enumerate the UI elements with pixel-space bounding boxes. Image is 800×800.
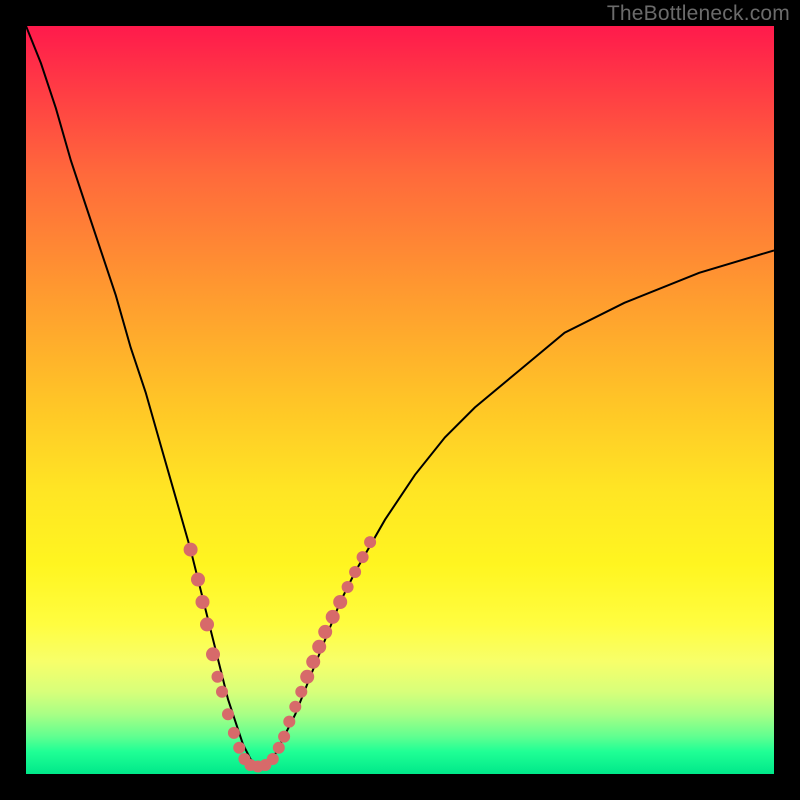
curve-svg: [26, 26, 774, 774]
highlight-dot: [212, 671, 224, 683]
highlight-dot: [295, 686, 307, 698]
highlight-dot: [196, 595, 210, 609]
highlight-dot: [312, 640, 326, 654]
highlight-dot: [267, 753, 279, 765]
highlight-dot: [184, 543, 198, 557]
highlight-dot: [228, 727, 240, 739]
watermark-text: TheBottleneck.com: [607, 2, 790, 26]
highlight-dot: [342, 581, 354, 593]
highlight-dot: [200, 617, 214, 631]
chart-frame: TheBottleneck.com: [0, 0, 800, 800]
plot-area: [26, 26, 774, 774]
highlight-dot: [300, 670, 314, 684]
highlight-dots: [184, 536, 377, 772]
highlight-dot: [306, 655, 320, 669]
highlight-dot: [233, 742, 245, 754]
highlight-dot: [216, 686, 228, 698]
highlight-dot: [357, 551, 369, 563]
highlight-dot: [349, 566, 361, 578]
highlight-dot: [273, 742, 285, 754]
highlight-dot: [289, 701, 301, 713]
bottleneck-curve: [26, 26, 774, 767]
highlight-dot: [222, 708, 234, 720]
highlight-dot: [206, 647, 220, 661]
highlight-dot: [364, 536, 376, 548]
highlight-dot: [278, 731, 290, 743]
highlight-dot: [333, 595, 347, 609]
highlight-dot: [326, 610, 340, 624]
highlight-dot: [191, 573, 205, 587]
highlight-dot: [318, 625, 332, 639]
highlight-dot: [283, 716, 295, 728]
